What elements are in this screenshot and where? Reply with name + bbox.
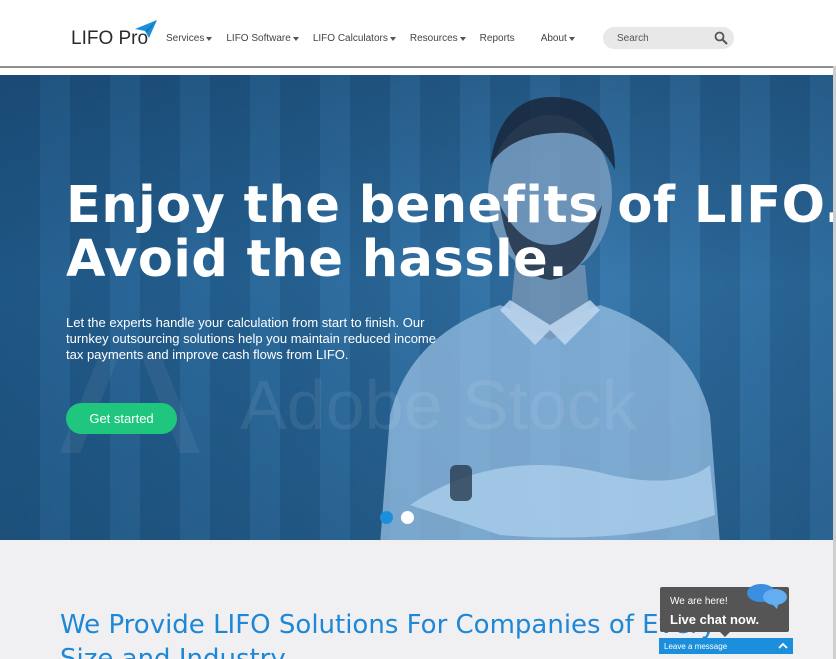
nav-label: About <box>540 33 567 44</box>
chat-line1: We are here! <box>670 596 728 607</box>
chat-line2: Live chat now. <box>670 612 760 627</box>
site-header: LIFO Pro Services LIFO Software LIFO Cal… <box>0 0 836 68</box>
chevron-up-icon[interactable] <box>778 641 788 651</box>
carousel-dots <box>380 511 414 524</box>
get-started-button[interactable]: Get started <box>66 403 177 434</box>
nav-item-resources[interactable]: Resources <box>410 33 466 44</box>
hero-subtitle: Let the experts handle your calculation … <box>66 315 436 362</box>
caret-down-icon <box>206 36 213 41</box>
section-title-line2: Size and Industry <box>60 644 286 659</box>
search-icon[interactable] <box>714 31 728 45</box>
caret-down-icon <box>568 36 575 41</box>
nav-label: Reports <box>479 33 515 44</box>
hero-title-line1: Enjoy the benefits of LIFO. <box>66 176 836 235</box>
nav-item-services[interactable]: Services <box>166 33 213 44</box>
nav-item-reports[interactable]: Reports <box>480 33 515 44</box>
carousel-dot-2[interactable] <box>401 511 414 524</box>
nav-item-lifo-calculators[interactable]: LIFO Calculators <box>313 33 396 44</box>
carousel-dot-1[interactable] <box>380 511 393 524</box>
search-box <box>603 27 734 49</box>
hero-banner: Adobe Stock Enjoy the benefits of LIFO. … <box>0 75 836 540</box>
chat-bubble-tail <box>720 632 730 637</box>
paper-plane-icon <box>135 20 157 38</box>
watermark-text: Adobe Stock <box>240 366 637 444</box>
hero-title-line2: Avoid the hassle. <box>66 230 569 289</box>
nav-label: Services <box>166 33 205 44</box>
main-nav: Services LIFO Software LIFO Calculators … <box>166 33 589 44</box>
nav-label: LIFO Calculators <box>312 33 388 44</box>
page: LIFO Pro Services LIFO Software LIFO Cal… <box>0 0 836 659</box>
nav-label: Resources <box>409 33 458 44</box>
section-title-line1: We Provide LIFO Solutions For Companies … <box>60 610 717 640</box>
nav-item-about[interactable]: About <box>541 33 575 44</box>
nav-item-lifo-software[interactable]: LIFO Software <box>226 33 299 44</box>
leave-message-bar[interactable]: Leave a message <box>659 638 793 654</box>
leave-message-label: Leave a message <box>664 641 728 651</box>
caret-down-icon <box>459 36 466 41</box>
caret-down-icon <box>292 36 299 41</box>
hero-title: Enjoy the benefits of LIFO. Avoid the ha… <box>66 179 836 287</box>
caret-down-icon <box>389 36 396 41</box>
nav-label: LIFO Software <box>226 33 291 44</box>
chat-icon[interactable] <box>745 583 791 609</box>
search-input[interactable] <box>617 27 712 49</box>
hero-person-image <box>380 96 720 540</box>
